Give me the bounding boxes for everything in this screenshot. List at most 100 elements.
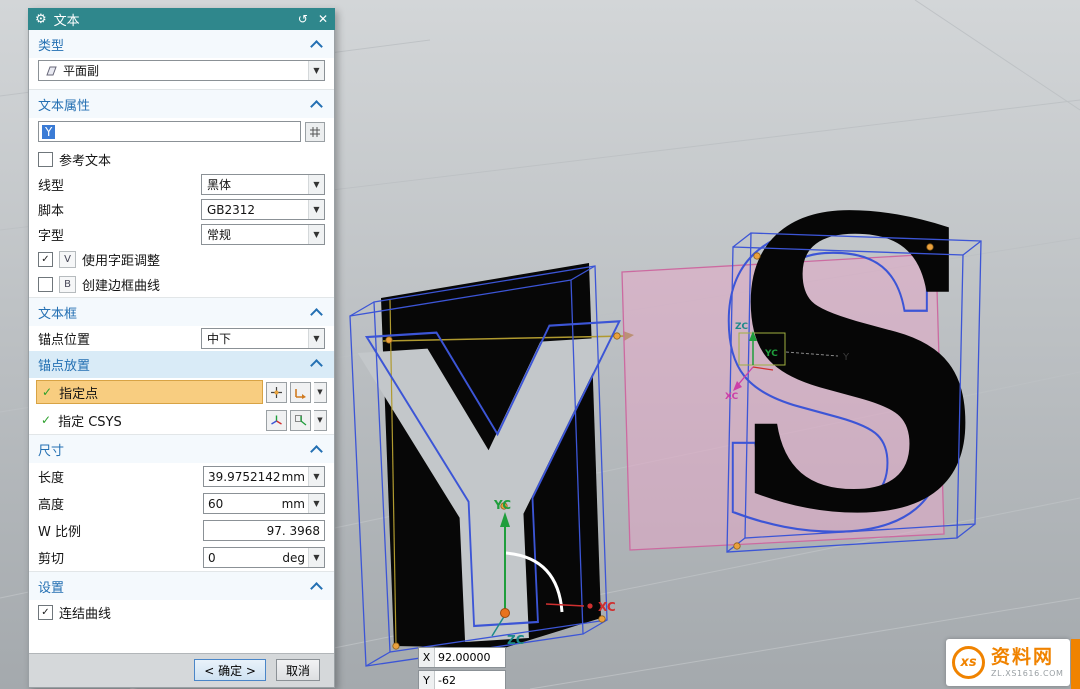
dropdown-arrow-icon[interactable]: ▼ xyxy=(308,200,324,219)
xc-axis-label: XC xyxy=(598,600,616,614)
x-coordinate-input[interactable]: 92.00000 xyxy=(435,648,505,667)
font-dropdown[interactable]: 黑体 ▼ xyxy=(201,174,325,195)
csys-options-dropdown[interactable]: ▼ xyxy=(314,410,327,431)
y-coordinate-label: Y xyxy=(419,671,435,689)
close-icon[interactable]: ✕ xyxy=(318,12,328,26)
border-curves-icon: B xyxy=(59,276,76,293)
ok-button[interactable]: < 确定 > xyxy=(194,659,266,681)
type-dropdown[interactable]: 平面副 ▼ xyxy=(38,60,325,81)
section-frame-header[interactable]: 文本框 xyxy=(29,297,334,326)
watermark-site: ZL.XS1616.COM xyxy=(991,669,1064,678)
dialog-body: 类型 平面副 ▼ 文本属性 Y xyxy=(28,30,335,688)
section-settings-label: 设置 xyxy=(38,577,64,596)
collapse-chevron-icon[interactable] xyxy=(310,359,323,372)
length-value: 39.9752142 xyxy=(208,470,282,484)
anchor-location-value: 中下 xyxy=(207,330,231,347)
length-label: 长度 xyxy=(38,467,64,486)
anchor-location-dropdown[interactable]: 中下 ▼ xyxy=(201,328,325,349)
check-icon: ✓ xyxy=(42,385,52,399)
plane-y-label: Y xyxy=(842,352,850,363)
dialog-titlebar[interactable]: ⚙ 文本 ↺ ✕ xyxy=(28,8,335,30)
csys-constructor-button[interactable] xyxy=(290,410,311,431)
collapse-chevron-icon[interactable] xyxy=(310,308,323,321)
gear-icon: ⚙ xyxy=(35,12,47,27)
border-curves-label: 创建边框曲线 xyxy=(82,275,160,294)
type-value: 平面副 xyxy=(63,62,99,79)
cancel-button[interactable]: 取消 xyxy=(276,659,320,681)
text-symbols-button[interactable] xyxy=(305,122,325,142)
section-text-props-label: 文本属性 xyxy=(38,95,90,114)
x-coordinate-label: X xyxy=(419,648,435,667)
point-options-dropdown[interactable]: ▼ xyxy=(314,382,327,403)
style-value: 常规 xyxy=(207,226,231,243)
collapse-chevron-icon[interactable] xyxy=(310,40,323,53)
join-curves-checkbox[interactable]: ✓ xyxy=(38,605,53,620)
dropdown-arrow-icon[interactable]: ▼ xyxy=(308,329,324,348)
collapse-chevron-icon[interactable] xyxy=(310,582,323,595)
font-value: 黑体 xyxy=(207,176,231,193)
text-string-input[interactable]: Y xyxy=(38,121,301,142)
length-input[interactable]: 39.9752142 mm ▼ xyxy=(203,466,325,487)
kerning-icon: V xyxy=(59,251,76,268)
watermark-brand: 资料网 xyxy=(991,647,1064,669)
dropdown-arrow-icon[interactable]: ▼ xyxy=(308,61,324,80)
wscale-input[interactable]: 97. 3968 xyxy=(203,520,325,541)
border-curves-checkbox[interactable] xyxy=(38,277,53,292)
specify-point-row[interactable]: ✓ 指定点 xyxy=(36,380,263,404)
unit-dropdown-icon[interactable]: ▼ xyxy=(308,467,324,486)
section-size-label: 尺寸 xyxy=(38,440,64,459)
point-dialog-button[interactable] xyxy=(266,382,287,403)
dynamic-coordinate-entry: X 92.00000 Y -62 xyxy=(418,647,506,689)
section-size-header[interactable]: 尺寸 xyxy=(29,434,334,463)
csys-constructor-icon xyxy=(294,414,307,427)
shear-value: 0 xyxy=(208,551,282,565)
dropdown-arrow-icon[interactable]: ▼ xyxy=(308,225,324,244)
collapse-chevron-icon[interactable] xyxy=(310,445,323,458)
reset-icon[interactable]: ↺ xyxy=(298,12,308,26)
style-label: 字型 xyxy=(38,225,64,244)
anchor-placement-header[interactable]: 锚点放置 xyxy=(29,351,334,378)
join-curves-label: 连结曲线 xyxy=(59,603,111,622)
reference-text-label: 参考文本 xyxy=(59,150,111,169)
style-dropdown[interactable]: 常规 ▼ xyxy=(201,224,325,245)
point-constructor-button[interactable] xyxy=(290,382,311,403)
script-dropdown[interactable]: GB2312 ▼ xyxy=(201,199,325,220)
check-icon: ✓ xyxy=(41,413,51,427)
kerning-checkbox[interactable]: ✓ xyxy=(38,252,53,267)
unit-dropdown-icon[interactable]: ▼ xyxy=(308,494,324,513)
csys-dialog-button[interactable] xyxy=(266,410,287,431)
section-text-props-header[interactable]: 文本属性 xyxy=(29,89,334,118)
wscale-value: 97. 3968 xyxy=(208,524,324,538)
section-settings-header[interactable]: 设置 xyxy=(29,571,334,600)
collapse-chevron-icon[interactable] xyxy=(310,100,323,113)
dialog-spacer xyxy=(29,625,334,653)
origin-handle[interactable] xyxy=(501,609,510,618)
mini-xc-label: XC xyxy=(725,392,739,402)
reference-text-checkbox[interactable] xyxy=(38,152,53,167)
shear-input[interactable]: 0 deg ▼ xyxy=(203,547,325,568)
wscale-label: W 比例 xyxy=(38,521,81,540)
mini-zc-label: ZC xyxy=(735,322,749,332)
anchor-location-label: 锚点位置 xyxy=(38,329,90,348)
dialog-button-row: < 确定 > 取消 xyxy=(29,653,334,687)
shear-label: 剪切 xyxy=(38,548,64,567)
dropdown-arrow-icon[interactable]: ▼ xyxy=(308,175,324,194)
point-icon xyxy=(270,386,283,399)
application-window: Y Y S S xyxy=(0,0,1080,689)
section-type-label: 类型 xyxy=(38,35,64,54)
grid-icon xyxy=(309,126,321,138)
height-input[interactable]: 60 mm ▼ xyxy=(203,493,325,514)
y-coordinate-input[interactable]: -62 xyxy=(435,671,505,689)
letter-y-wireframe[interactable]: Y xyxy=(350,242,637,689)
specify-csys-row[interactable]: ✓ 指定 CSYS xyxy=(36,408,263,432)
section-frame-label: 文本框 xyxy=(38,303,77,322)
yc-axis-label: YC xyxy=(493,498,511,512)
font-label: 线型 xyxy=(38,175,64,194)
height-value: 60 xyxy=(208,497,282,511)
script-value: GB2312 xyxy=(207,203,255,217)
kerning-label: 使用字距调整 xyxy=(82,250,160,269)
csys-icon xyxy=(270,414,283,427)
specify-csys-label: 指定 CSYS xyxy=(58,411,122,430)
unit-dropdown-icon[interactable]: ▼ xyxy=(308,548,324,567)
section-type-header[interactable]: 类型 xyxy=(29,30,334,58)
